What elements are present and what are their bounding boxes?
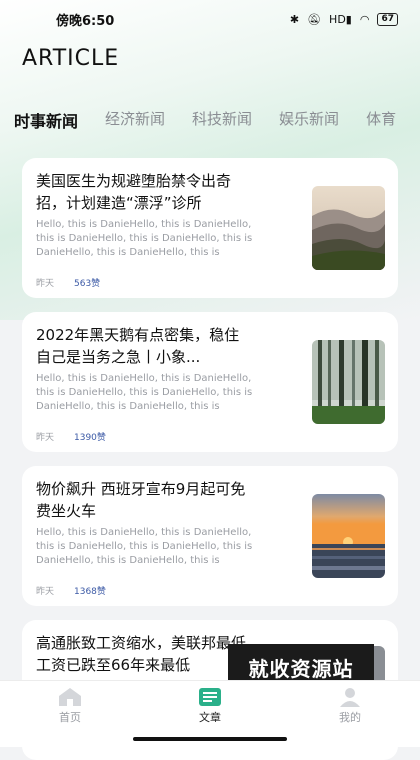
article-likes: 563赞 bbox=[74, 279, 101, 289]
article-card[interactable]: 物价飙升 西班牙宣布9月起可免费坐火车 Hello, this is Danie… bbox=[22, 466, 398, 606]
profile-icon bbox=[340, 688, 360, 707]
article-summary: Hello, this is DanieHello, this is Danie… bbox=[36, 219, 253, 258]
nav-profile-label: 我的 bbox=[339, 711, 361, 724]
article-time: 昨天 bbox=[36, 433, 55, 443]
wifi-icon: ◠ bbox=[359, 12, 370, 26]
article-thumbnail-forest bbox=[312, 340, 385, 424]
tab-entertainment[interactable]: 娱乐新闻 bbox=[279, 108, 339, 136]
article-card[interactable]: 美国医生为规避堕胎禁令出奇招，计划建造“漂浮”诊所 Hello, this is… bbox=[22, 158, 398, 298]
article-likes: 1368赞 bbox=[74, 587, 106, 597]
article-icon bbox=[199, 688, 221, 706]
nav-profile[interactable]: 我的 bbox=[300, 687, 400, 725]
status-time: 傍晚6:50 bbox=[56, 13, 115, 29]
home-indicator bbox=[133, 737, 287, 741]
app-title: ARTICLE bbox=[22, 46, 120, 71]
article-summary: Hello, this is DanieHello, this is Danie… bbox=[36, 527, 253, 566]
nav-articles[interactable]: 文章 bbox=[160, 687, 260, 725]
battery-icon: 67 bbox=[377, 12, 398, 26]
nav-home[interactable]: 首页 bbox=[20, 687, 120, 725]
home-icon bbox=[59, 688, 81, 706]
status-bar: 傍晚6:50 ✱ 🔕︎ HD▮ ◠ 67 bbox=[0, 0, 420, 38]
article-title: 美国医生为规避堕胎禁令出奇招，计划建造“漂浮”诊所 bbox=[36, 172, 232, 212]
article-title: 物价飙升 西班牙宣布9月起可免费坐火车 bbox=[36, 480, 246, 520]
category-tabs: 时事新闻 经济新闻 科技新闻 娱乐新闻 体育 bbox=[14, 108, 420, 136]
article-thumbnail-sunset bbox=[312, 494, 385, 578]
article-title: 高通胀致工资缩水，美联邦最低工资已跌至66年来最低 bbox=[36, 634, 247, 674]
nav-articles-label: 文章 bbox=[199, 711, 221, 724]
article-likes: 1390赞 bbox=[74, 433, 106, 443]
article-title: 2022年黑天鹅有点密集，稳住自己是当务之急丨小象... bbox=[36, 326, 240, 366]
tab-technology[interactable]: 科技新闻 bbox=[192, 108, 252, 136]
article-card[interactable]: 2022年黑天鹅有点密集，稳住自己是当务之急丨小象... Hello, this… bbox=[22, 312, 398, 452]
tab-sports[interactable]: 体育 bbox=[366, 108, 396, 136]
tab-current-affairs[interactable]: 时事新闻 bbox=[14, 108, 78, 136]
mute-icon: 🔕︎ bbox=[307, 12, 322, 26]
signal-icon: HD▮ bbox=[329, 12, 352, 26]
article-time: 昨天 bbox=[36, 279, 55, 289]
article-time: 昨天 bbox=[36, 587, 55, 597]
status-icons: ✱ 🔕︎ HD▮ ◠ 67 bbox=[289, 12, 398, 26]
tab-economy[interactable]: 经济新闻 bbox=[105, 108, 165, 136]
article-thumbnail-mountains bbox=[312, 186, 385, 270]
article-summary: Hello, this is DanieHello, this is Danie… bbox=[36, 373, 253, 412]
bluetooth-icon: ✱ bbox=[289, 12, 300, 26]
nav-home-label: 首页 bbox=[59, 711, 81, 724]
